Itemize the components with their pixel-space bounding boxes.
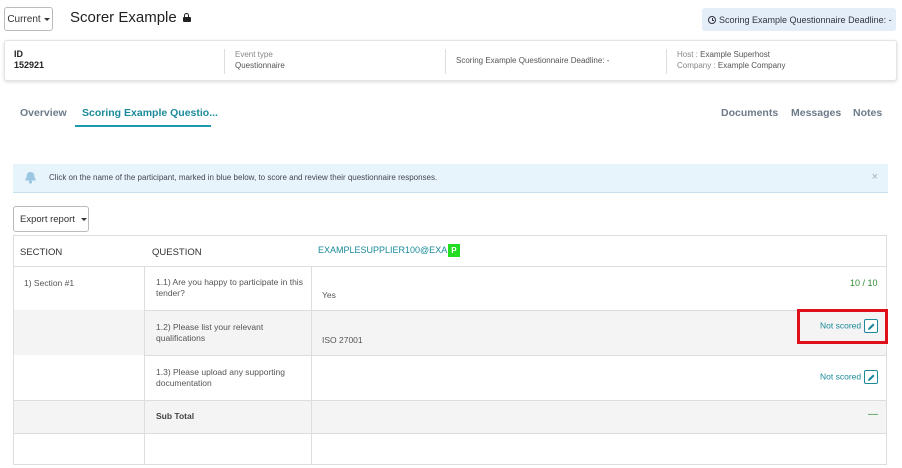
not-scored-link[interactable]: Not scored (820, 371, 861, 381)
company-value: Example Company (717, 61, 786, 70)
alert-text: Click on the name of the participant, ma… (49, 173, 438, 182)
divider (445, 49, 446, 74)
export-report-button[interactable]: Export report (13, 206, 89, 232)
lock-icon (182, 13, 191, 22)
column-divider (311, 266, 312, 464)
deadline-info: Scoring Example Questionnaire Deadline: … (456, 56, 610, 65)
answer-text: ISO 27001 (322, 335, 363, 345)
tab-messages[interactable]: Messages (791, 107, 841, 119)
clock-icon (708, 15, 716, 24)
event-type-block: Event type Questionnaire (235, 49, 285, 71)
question-text: 1.2) Please list your relevant qualifica… (156, 322, 264, 343)
host-company-block: Host : Example Superhost Company : Examp… (677, 49, 786, 71)
row-divider (144, 310, 886, 311)
divider (224, 49, 225, 74)
deadline-pill-text: Scoring Example Questionnaire Deadline: … (719, 14, 892, 25)
event-type-label: Event type (235, 50, 273, 59)
current-dropdown-button[interactable]: Current (4, 7, 53, 31)
host-label: Host : (677, 50, 698, 59)
question-header: QUESTION (152, 247, 202, 258)
tab-bar: Overview Scoring Example Questio... Docu… (0, 103, 902, 129)
scoring-table: SECTION QUESTION EXAMPLESUPPLIER100@EXA P… (13, 235, 887, 465)
column-divider (144, 266, 145, 464)
page-title: Scorer Example (70, 9, 191, 26)
top-bar: Current Scorer Example Scoring Example Q… (0, 0, 902, 38)
page-title-text: Scorer Example (70, 9, 177, 26)
divider (666, 49, 667, 74)
pencil-icon (868, 374, 875, 381)
supplier-link[interactable]: EXAMPLESUPPLIER100@EXA (318, 245, 447, 255)
question-text: 1.3) Please upload any supporting docume… (156, 367, 286, 388)
info-alert: Click on the name of the participant, ma… (13, 164, 888, 193)
company-label: Company : (677, 61, 716, 70)
tab-overview[interactable]: Overview (20, 107, 67, 119)
caret-down-icon (80, 217, 87, 221)
deadline-pill: Scoring Example Questionnaire Deadline: … (702, 8, 896, 31)
current-label: Current (7, 13, 41, 25)
tab-scoring-questionnaire[interactable]: Scoring Example Questio... (82, 107, 218, 119)
edit-score-button[interactable] (864, 370, 879, 384)
export-report-label: Export report (20, 213, 75, 225)
id-block: ID 152921 (14, 49, 44, 71)
answer-text: Yes (322, 290, 336, 300)
active-tab-underline (75, 125, 211, 127)
section-name: 1) Section #1 (24, 278, 75, 288)
score-control: Not scored (820, 370, 879, 384)
event-info-card: ID 152921 Event type Questionnaire Scori… (4, 40, 897, 81)
question-text: 1.1) Are you happy to participate in thi… (156, 277, 303, 298)
close-icon[interactable]: × (872, 171, 878, 183)
tab-documents[interactable]: Documents (721, 107, 778, 119)
id-value: 152921 (14, 60, 45, 70)
supplier-header: EXAMPLESUPPLIER100@EXA P (318, 244, 460, 257)
subtotal-label: Sub Total (156, 411, 195, 421)
host-value: Example Superhost (700, 50, 770, 59)
section-header: SECTION (20, 247, 63, 258)
highlight-annotation (797, 309, 888, 344)
tab-notes[interactable]: Notes (853, 107, 882, 119)
id-label: ID (14, 49, 23, 59)
event-type-value: Questionnaire (235, 61, 285, 70)
score-value: 10 / 10 (850, 278, 878, 288)
caret-down-icon (43, 17, 50, 21)
row-divider (144, 355, 886, 356)
bell-icon (25, 172, 36, 184)
subtotal-value: — (868, 409, 878, 420)
participant-badge: P (448, 244, 460, 257)
